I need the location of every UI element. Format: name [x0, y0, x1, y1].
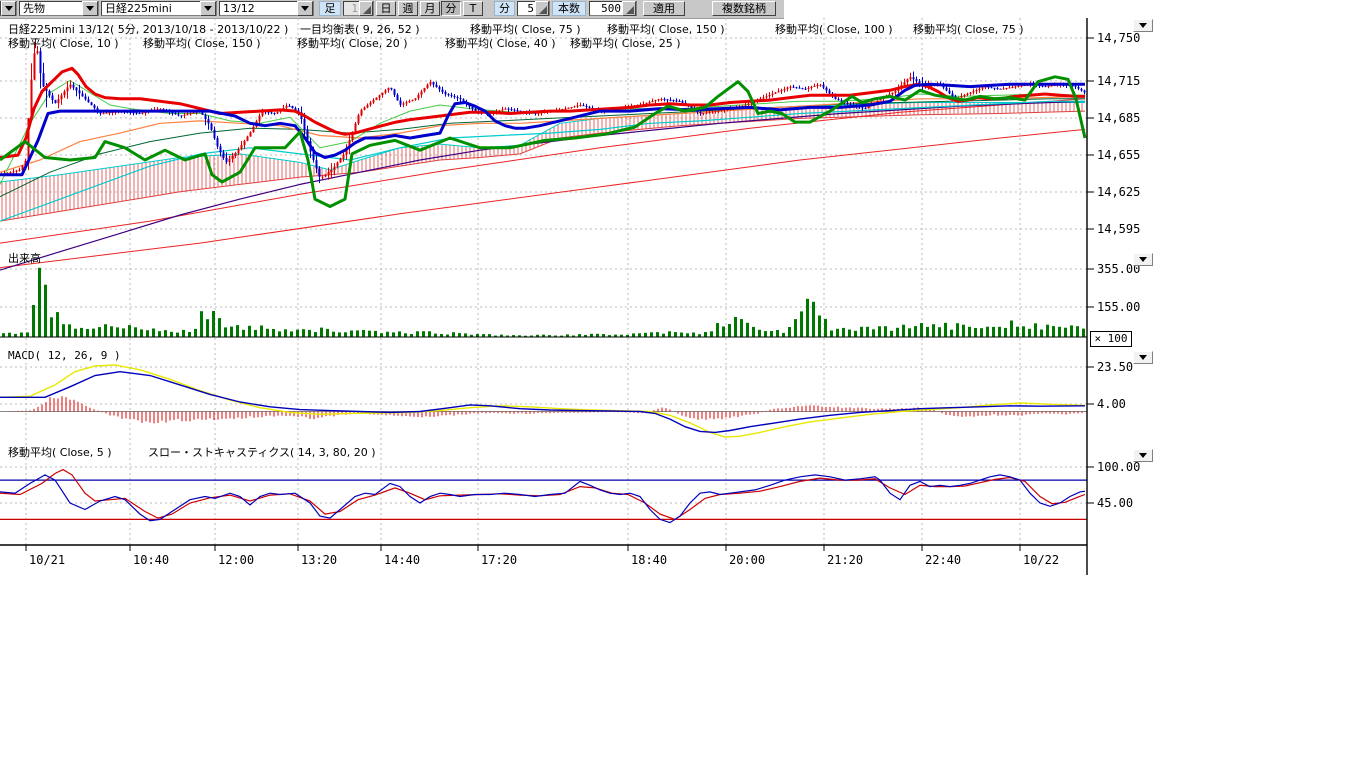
chevron-down-icon — [1139, 355, 1147, 360]
legend-ma20: 移動平均( Close, 20 ) — [297, 35, 408, 51]
stochastics-panel — [0, 470, 1087, 523]
price-axis-tick-label: 14,715 — [1097, 74, 1140, 88]
volume-multiplier-badge: × 100 — [1090, 331, 1132, 347]
price-panel-dropdown-button[interactable] — [1133, 19, 1153, 32]
chevron-down-icon — [1139, 257, 1147, 262]
time-axis-label: 10:40 — [133, 553, 169, 567]
macd-panel-dropdown-button[interactable] — [1133, 351, 1153, 364]
time-axis-label: 20:00 — [729, 553, 765, 567]
time-axis-label: 18:40 — [631, 553, 667, 567]
time-axis-label: 10/21 — [29, 553, 65, 567]
price-axis-tick-label: 14,595 — [1097, 222, 1140, 236]
macd-axis-tick-label: 4.00 — [1097, 397, 1126, 411]
time-axis-label: 13:20 — [301, 553, 337, 567]
macd-axis-tick-label: 23.50 — [1097, 360, 1133, 374]
macd-panel-title: MACD( 12, 26, 9 ) — [8, 349, 121, 362]
legend-ma10: 移動平均( Close, 10 ) — [8, 35, 119, 51]
chevron-down-icon — [1139, 453, 1147, 458]
volume-axis-tick-label: 155.00 — [1097, 300, 1140, 314]
time-axis-label: 22:40 — [925, 553, 961, 567]
time-axis-label: 10/22 — [1023, 553, 1059, 567]
time-axis-label: 12:00 — [218, 553, 254, 567]
legend-ma75-2: 移動平均( Close, 75 ) — [913, 21, 1024, 37]
legend-ma40: 移動平均( Close, 40 ) — [445, 35, 556, 51]
stoch-axis-tick-label: 45.00 — [1097, 496, 1133, 510]
gridlines — [0, 18, 1087, 545]
price-axis-tick-label: 14,685 — [1097, 111, 1140, 125]
stoch-axis-tick-label: 100.00 — [1097, 460, 1140, 474]
stoch-panel-dropdown-button[interactable] — [1133, 449, 1153, 462]
chart-canvas: 14,75014,71514,68514,65514,62514,595355.… — [0, 0, 1366, 600]
macd-panel — [0, 365, 1087, 437]
chart-application-window: 先物 日経225mini 13/12 足 1 日 週 月 分 T 分 5 本数 … — [0, 0, 1366, 768]
price-axis-tick-label: 14,655 — [1097, 148, 1140, 162]
stoch-ma-title: 移動平均( Close, 5 ) — [8, 444, 112, 460]
time-axis-label: 17:20 — [481, 553, 517, 567]
volume-bars — [0, 268, 1087, 337]
time-axis-label: 14:40 — [384, 553, 420, 567]
volume-panel-dropdown-button[interactable] — [1133, 253, 1153, 266]
stoch-panel-title: スロー・ストキャスティクス( 14, 3, 80, 20 ) — [148, 444, 376, 460]
chevron-down-icon — [1139, 23, 1147, 28]
legend-ma150-2: 移動平均( Close, 150 ) — [143, 35, 261, 51]
price-axis-tick-label: 14,750 — [1097, 31, 1140, 45]
legend-ma25: 移動平均( Close, 25 ) — [570, 35, 681, 51]
volume-panel-title: 出来高 — [8, 250, 41, 266]
time-axis-label: 21:20 — [827, 553, 863, 567]
price-axis-tick-label: 14,625 — [1097, 185, 1140, 199]
legend-ma100: 移動平均( Close, 100 ) — [775, 21, 893, 37]
